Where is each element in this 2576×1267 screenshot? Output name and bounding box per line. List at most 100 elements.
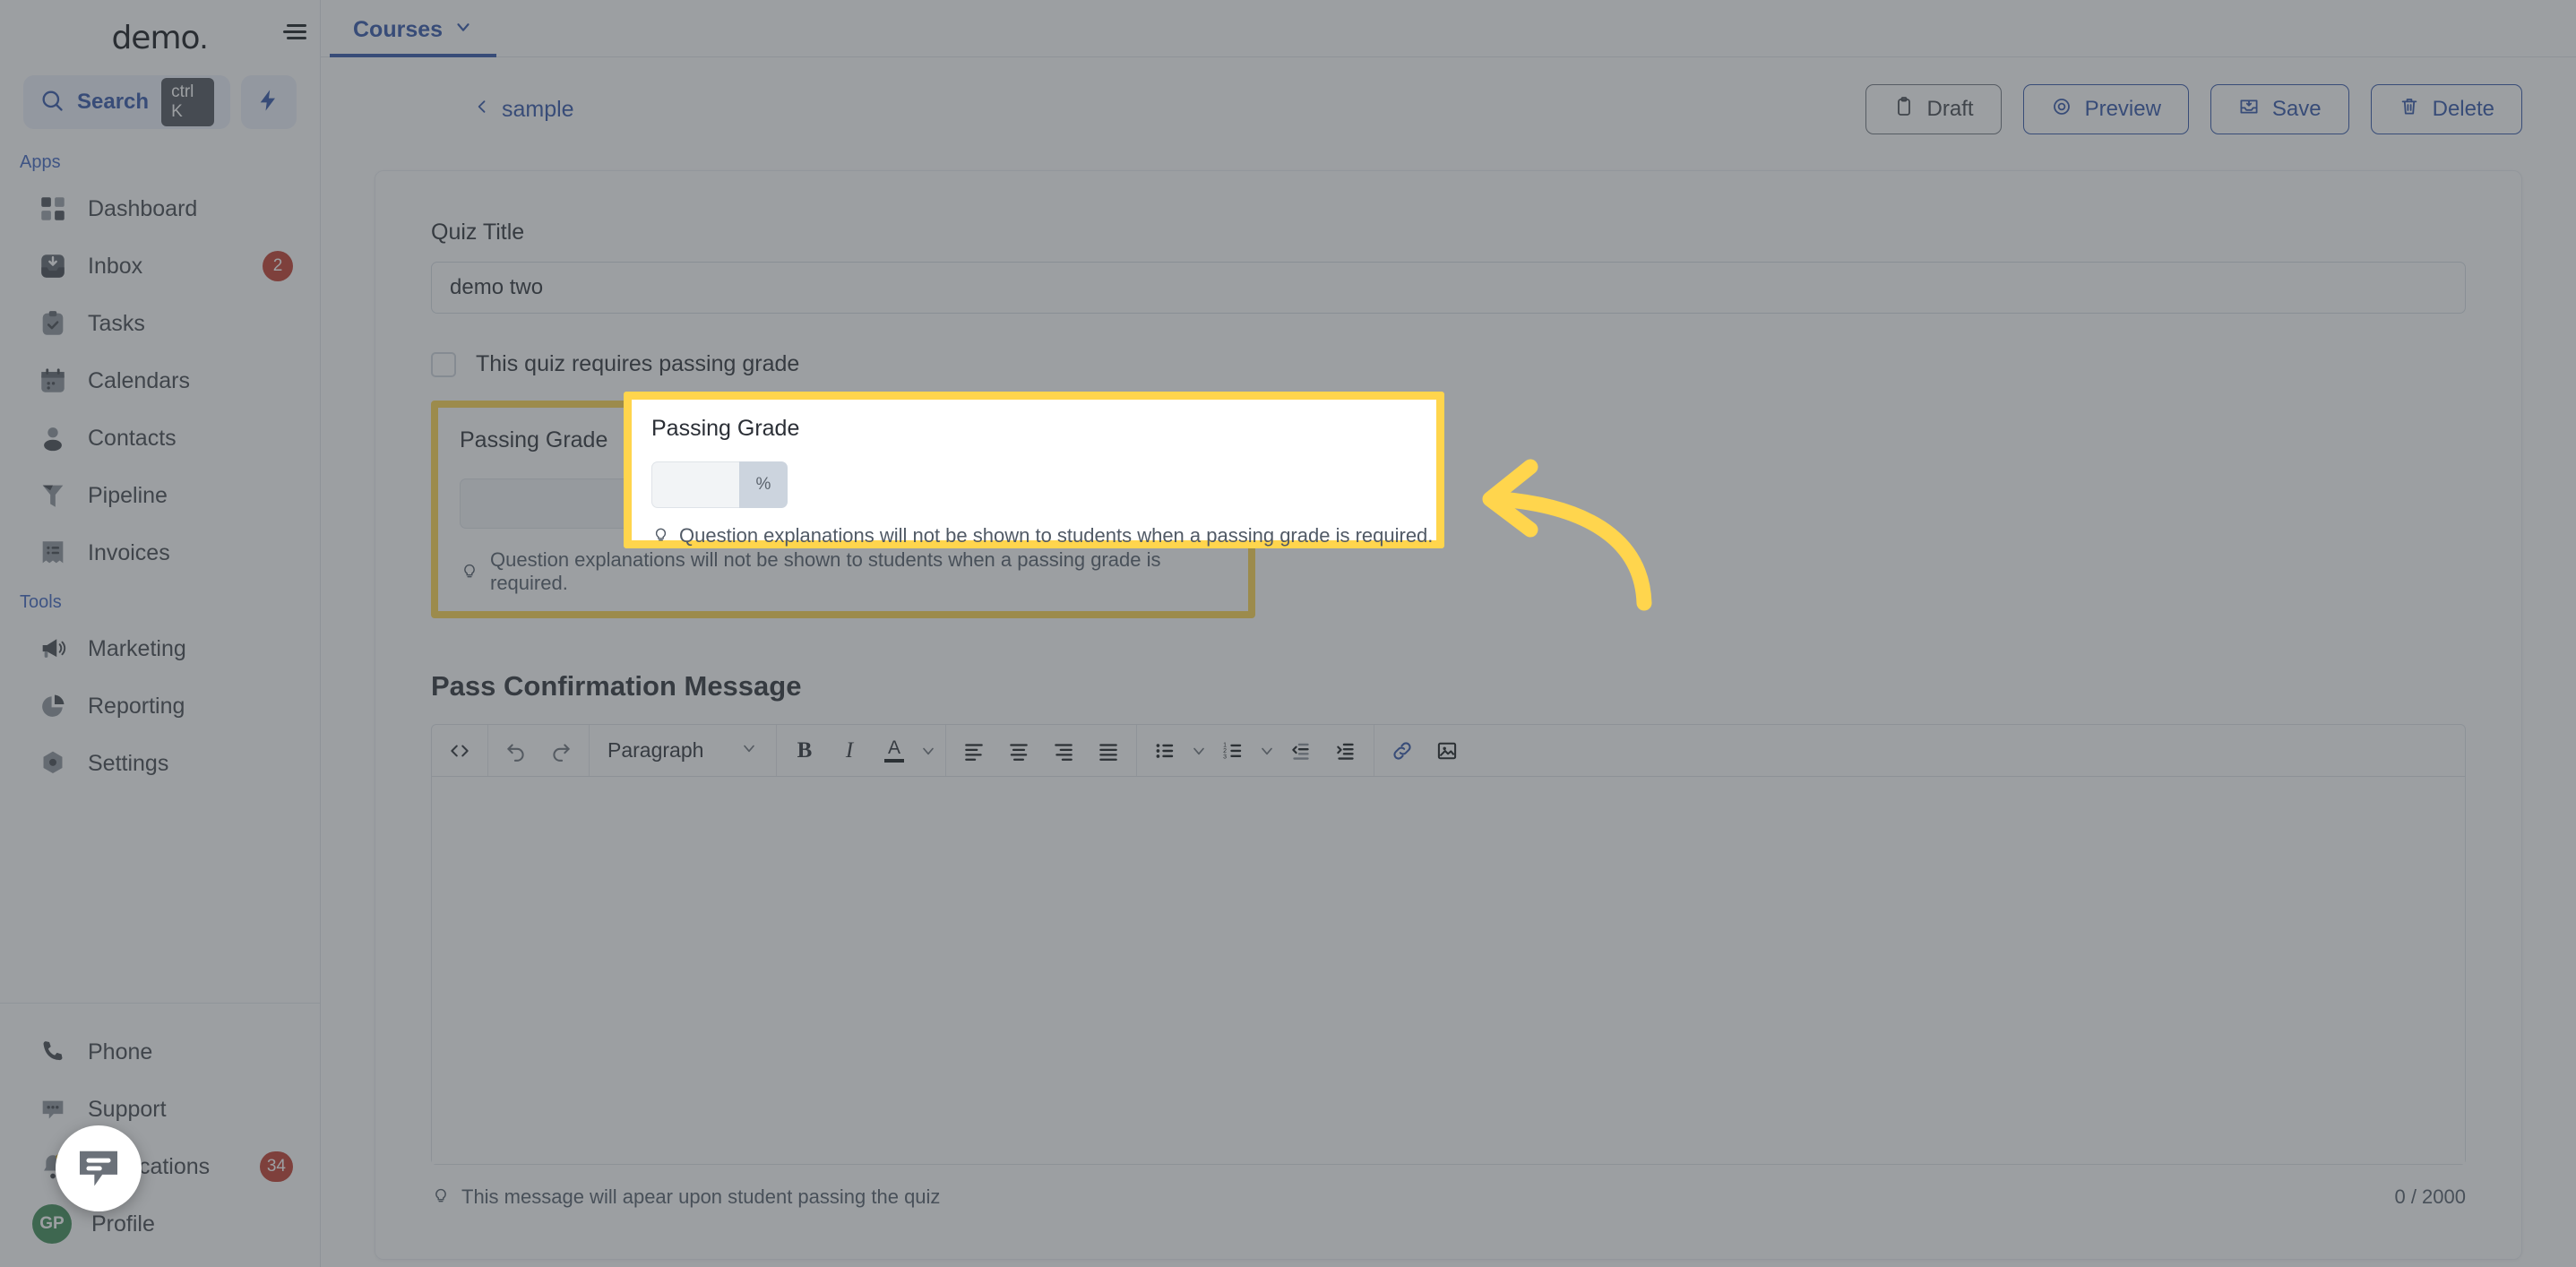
block-format-select[interactable]: Paragraph <box>595 725 771 776</box>
align-right-icon[interactable] <box>1041 725 1086 776</box>
brand-logo[interactable]: demo. <box>0 0 320 56</box>
phone-icon <box>38 1037 68 1067</box>
breadcrumb[interactable]: sample <box>375 96 574 124</box>
save-label: Save <box>2271 97 2322 121</box>
clipboard-check-icon <box>38 308 68 339</box>
passing-grade-highlight: Passing Grade % Question explanations wi… <box>431 401 1255 618</box>
lightbulb-icon <box>431 1185 451 1209</box>
sidebar-group-label-apps: Apps <box>20 152 61 172</box>
draft-button[interactable]: Draft <box>1865 84 2002 134</box>
save-button[interactable]: Save <box>2210 84 2349 134</box>
chevron-left-icon <box>473 96 491 124</box>
requires-passing-grade-checkbox[interactable] <box>431 351 456 377</box>
quiz-title-input[interactable] <box>431 262 2466 314</box>
bold-label: B <box>797 737 813 763</box>
undo-icon[interactable] <box>494 725 538 776</box>
sidebar-item-dashboard[interactable]: Dashboard <box>0 180 320 237</box>
search-input[interactable]: Search ctrl K <box>23 75 230 129</box>
indent-icon[interactable] <box>1323 725 1368 776</box>
sidebar-item-label: Calendars <box>88 367 190 393</box>
trash-icon <box>2399 96 2420 124</box>
calendar-icon <box>38 366 68 396</box>
page-toolbar: sample Draft Preview Save Delete <box>321 57 2576 134</box>
pass-confirmation-hint-text: This message will apear upon student pas… <box>461 1185 941 1208</box>
editor-body[interactable] <box>432 777 2465 1164</box>
sidebar-item-phone[interactable]: Phone <box>0 1023 320 1081</box>
align-justify-icon[interactable] <box>1086 725 1131 776</box>
align-center-icon[interactable] <box>996 725 1041 776</box>
inbox-badge: 2 <box>263 251 293 281</box>
eye-icon <box>2051 96 2072 124</box>
sidebar-group-apps: Apps Dashboard Inbox 2 Tasks Calendars C… <box>0 142 320 582</box>
clipboard-icon <box>1893 96 1915 124</box>
sidebar-item-label: Invoices <box>88 539 170 565</box>
sidebar-item-tasks[interactable]: Tasks <box>0 295 320 352</box>
megaphone-icon <box>38 634 68 664</box>
sidebar-item-calendars[interactable]: Calendars <box>0 352 320 409</box>
editor-group-block-format: Paragraph <box>590 725 777 776</box>
sidebar-item-label: Inbox <box>88 253 143 279</box>
text-color-caret[interactable] <box>917 725 940 776</box>
numbered-list-caret[interactable] <box>1255 725 1279 776</box>
preview-label: Preview <box>2084 97 2161 121</box>
sidebar: demo. Search ctrl K Apps Dashboard Inbox… <box>0 0 321 1267</box>
chat-fab-button[interactable] <box>56 1125 142 1211</box>
tab-courses[interactable]: Courses <box>330 17 497 57</box>
lightbulb-icon <box>460 560 479 584</box>
text-color-button[interactable]: A <box>872 725 917 776</box>
delete-button[interactable]: Delete <box>2370 84 2522 134</box>
avatar: GP <box>32 1204 72 1244</box>
link-icon[interactable] <box>1380 725 1425 776</box>
quiz-title-field: Quiz Title <box>431 220 2466 314</box>
sidebar-item-marketing[interactable]: Marketing <box>0 620 320 677</box>
sidebar-item-contacts[interactable]: Contacts <box>0 409 320 467</box>
editor-group-code <box>432 725 488 776</box>
sidebar-nav: Apps Dashboard Inbox 2 Tasks Calendars C… <box>0 129 320 1003</box>
bold-button[interactable]: B <box>782 725 827 776</box>
chat-bubble-icon <box>73 1142 124 1196</box>
block-format-value: Paragraph <box>607 738 704 762</box>
inbox-icon <box>38 251 68 281</box>
funnel-icon <box>38 480 68 511</box>
sidebar-item-inbox[interactable]: Inbox 2 <box>0 237 320 295</box>
text-color-swatch <box>884 759 904 763</box>
brand-name: demo <box>111 19 200 56</box>
bullet-list-icon[interactable] <box>1142 725 1187 776</box>
brand-dot: . <box>199 19 209 56</box>
outdent-icon[interactable] <box>1279 725 1323 776</box>
passing-grade-input[interactable] <box>460 478 763 529</box>
passing-grade-field: % <box>460 478 780 529</box>
sidebar-item-settings[interactable]: Settings <box>0 735 320 792</box>
align-left-icon[interactable] <box>952 725 996 776</box>
search-shortcut: ctrl K <box>161 78 214 126</box>
requires-passing-grade-row[interactable]: This quiz requires passing grade <box>431 351 2466 377</box>
italic-button[interactable]: I <box>827 725 872 776</box>
character-counter: 0 / 2000 <box>2394 1185 2466 1208</box>
chevron-down-icon <box>740 738 758 763</box>
bullet-list-caret[interactable] <box>1187 725 1210 776</box>
preview-button[interactable]: Preview <box>2022 84 2189 134</box>
image-icon[interactable] <box>1425 725 1469 776</box>
sidebar-item-reporting[interactable]: Reporting <box>0 677 320 735</box>
numbered-list-icon[interactable]: 123 <box>1210 725 1255 776</box>
search-label: Search <box>77 90 150 114</box>
app-root: demo. Search ctrl K Apps Dashboard Inbox… <box>0 0 2576 1267</box>
quick-actions-button[interactable] <box>241 75 297 129</box>
pass-confirmation-title: Pass Confirmation Message <box>431 670 802 702</box>
sidebar-item-profile[interactable]: GP Profile <box>0 1195 320 1253</box>
sidebar-item-invoices[interactable]: Invoices <box>0 524 320 582</box>
sidebar-item-label: Reporting <box>88 693 185 719</box>
sidebar-item-support[interactable]: Support <box>0 1081 320 1138</box>
editor-group-align <box>946 725 1137 776</box>
sidebar-item-label: Support <box>88 1096 167 1122</box>
sidebar-item-pipeline[interactable]: Pipeline <box>0 467 320 524</box>
code-brackets-icon[interactable] <box>437 725 482 776</box>
pie-chart-icon <box>38 691 68 721</box>
redo-icon[interactable] <box>538 725 583 776</box>
hamburger-icon[interactable] <box>283 20 310 43</box>
page-actions: Draft Preview Save Delete <box>1865 84 2522 134</box>
sidebar-item-label: Marketing <box>88 635 186 661</box>
quiz-editor-card: Quiz Title This quiz requires passing gr… <box>375 170 2522 1260</box>
add-question-wrap: Add Question <box>321 1260 2576 1267</box>
sidebar-item-notifications[interactable]: Notifications 34 <box>0 1138 320 1195</box>
